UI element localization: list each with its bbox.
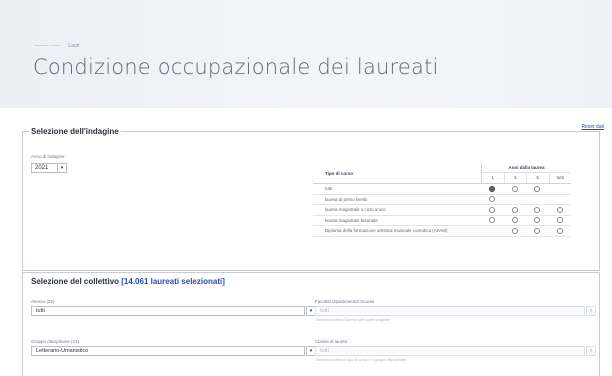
year-radio[interactable] bbox=[489, 217, 496, 224]
degree-class-select[interactable]: tutti bbox=[315, 346, 585, 356]
chevron-down-icon[interactable]: ▾ bbox=[586, 306, 596, 316]
year-radio[interactable] bbox=[511, 206, 518, 213]
course-type-table: Tipo di corso Anni dalla laurea 1 3 5 tu… bbox=[313, 163, 571, 237]
reset-data-link[interactable]: Reset dati bbox=[581, 124, 604, 130]
year-select[interactable]: 2021 ▾ bbox=[31, 163, 67, 173]
year-label: Anno di indagine bbox=[31, 154, 65, 159]
chevron-down-icon: ▾ bbox=[57, 164, 66, 172]
chevron-down-icon[interactable]: ▾ bbox=[586, 346, 596, 356]
survey-selection-panel: Selezione dell'indagine Anno di indagine… bbox=[22, 127, 600, 271]
course-row-label: laurea magistrale biennale bbox=[325, 217, 378, 223]
years-header: Anni dalla laurea 1 3 5 tutti bbox=[481, 163, 571, 184]
year-radio[interactable] bbox=[511, 217, 518, 224]
course-row: laurea di primo livello bbox=[313, 195, 571, 205]
page-title: Condizione occupazionale dei laureati bbox=[33, 55, 439, 79]
year-radio[interactable] bbox=[556, 217, 563, 224]
year-radio[interactable] bbox=[534, 217, 541, 224]
years-header-label: Anni dalla laurea bbox=[482, 163, 571, 173]
course-row-label: tutti bbox=[325, 186, 333, 192]
collective-selection-panel: Selezione del collettivo [14.061 laureat… bbox=[22, 272, 600, 376]
faculty-label: Facoltà/ Dipartimento/ Scuola bbox=[315, 299, 375, 304]
collective-legend-label: Selezione del collettivo bbox=[31, 277, 120, 286]
course-row-label: Diploma della formazione artistica music… bbox=[325, 228, 448, 234]
year-radio[interactable] bbox=[534, 185, 541, 192]
year-radio[interactable] bbox=[556, 227, 563, 234]
breadcrumb-current: Lauri bbox=[68, 43, 80, 49]
ateneo-select[interactable]: tutti bbox=[31, 306, 305, 316]
breadcrumb-home[interactable]: ——— —— bbox=[34, 43, 60, 49]
course-row-label: laurea di primo livello bbox=[325, 196, 368, 202]
year-col-header: 3 bbox=[505, 173, 527, 183]
group-label: Gruppo disciplinare (21) bbox=[31, 339, 80, 344]
faculty-hint: Seleziona prima l'Ateneo per poter scegl… bbox=[316, 318, 391, 322]
year-radio[interactable] bbox=[556, 206, 563, 213]
collective-selection-legend: Selezione del collettivo [14.061 laureat… bbox=[29, 277, 227, 286]
selected-count: [14.061 laureati selezionati] bbox=[121, 277, 225, 286]
year-radio[interactable] bbox=[511, 227, 518, 234]
year-col-header: 1 bbox=[482, 173, 505, 183]
year-value: 2021 bbox=[35, 165, 49, 171]
year-radio[interactable] bbox=[511, 185, 518, 192]
year-col-header: 5 bbox=[527, 173, 550, 183]
course-row-label: laurea magistrale a ciclo unico bbox=[325, 207, 386, 213]
faculty-select[interactable]: tutti bbox=[315, 306, 585, 316]
degree-class-label: Classe di laurea bbox=[315, 339, 348, 344]
year-radio[interactable] bbox=[489, 196, 496, 203]
course-row: laurea magistrale biennale bbox=[313, 216, 571, 226]
group-select[interactable]: Letterario-Umanistico bbox=[31, 346, 305, 356]
survey-selection-legend: Selezione dell'indagine bbox=[29, 127, 121, 136]
year-radio[interactable] bbox=[534, 206, 541, 213]
degree-class-hint: Seleziona prima il tipo di corso e il gr… bbox=[316, 358, 407, 362]
page-header: ——— —— Lauri Condizione occupazionale de… bbox=[0, 0, 612, 108]
ateneo-label: Ateneo (22) bbox=[31, 299, 55, 304]
course-row: tutti bbox=[313, 184, 571, 195]
breadcrumb: ——— —— Lauri bbox=[34, 43, 80, 49]
course-row: laurea magistrale a ciclo unico bbox=[313, 205, 571, 216]
course-row: Diploma della formazione artistica music… bbox=[313, 226, 571, 237]
year-radio[interactable] bbox=[534, 227, 541, 234]
course-type-header: Tipo di corso bbox=[325, 170, 354, 176]
year-col-header: tutti bbox=[556, 175, 564, 180]
year-radio[interactable] bbox=[489, 206, 496, 213]
year-radio[interactable] bbox=[489, 185, 496, 192]
